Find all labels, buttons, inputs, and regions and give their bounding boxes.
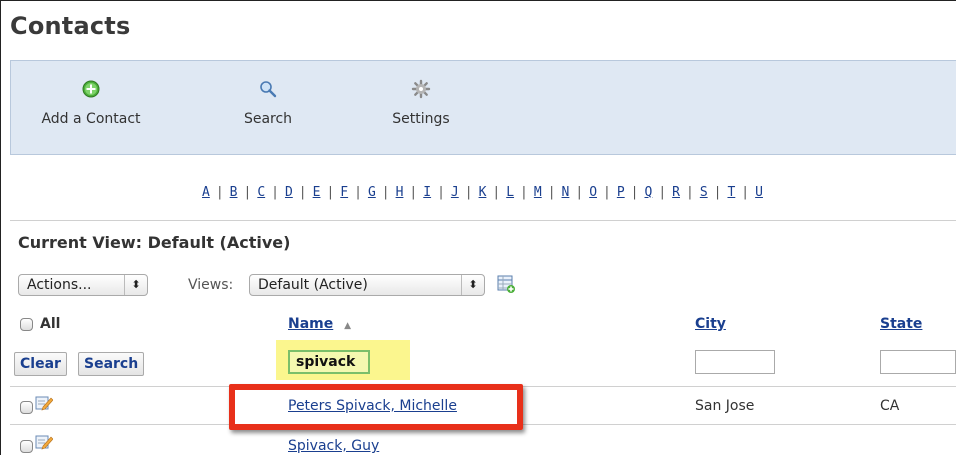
alphabet-link-r[interactable]: R [672,185,680,200]
alphabet-link-a[interactable]: A [202,185,210,200]
divider [10,220,956,221]
select-all-checkbox[interactable] [20,318,33,331]
alphabet-separator: | [437,185,445,200]
views-label: Views: [188,277,234,293]
contact-city: San Jose [695,398,755,414]
search-button[interactable]: Search [233,79,303,127]
alphabet-link-d[interactable]: D [285,185,293,200]
add-icon [82,80,100,98]
manage-view-icon[interactable] [497,275,515,293]
alphabet-link-p[interactable]: P [617,185,625,200]
alphabet-separator: | [658,185,667,200]
alphabet-link-u[interactable]: U [755,185,763,200]
actions-select-value: Actions... [27,277,92,293]
alphabet-separator: | [685,185,694,200]
contact-name-link[interactable]: Spivack, Guy [288,438,379,454]
alphabet-link-e[interactable]: E [313,185,321,200]
alphabet-separator: | [298,185,307,200]
toolbar: Add a Contact Search Settings [10,60,956,155]
add-contact-label: Add a Contact [41,111,141,127]
select-arrows-icon: ⬍ [124,275,147,295]
alphabet-separator: | [271,185,279,200]
select-arrows-icon: ⬍ [461,275,484,295]
city-filter-input[interactable] [695,350,775,374]
search-icon [260,81,277,98]
alphabet-separator: | [741,185,750,200]
alphabet-separator: | [381,185,390,200]
state-sort-link[interactable]: State [880,316,922,332]
row-checkbox[interactable] [20,440,33,453]
alphabet-filter: A | B | C | D | E | F | G | H | I | J | K | L | M | N | O | P | Q | R | S | T |… [202,185,763,200]
state-column-header[interactable]: State [880,316,922,332]
alphabet-separator: | [464,185,473,200]
alphabet-link-m[interactable]: M [534,185,542,200]
gear-icon [411,79,431,99]
alphabet-link-t[interactable]: T [727,185,735,200]
alphabet-link-f[interactable]: F [340,185,348,200]
search-label: Search [243,111,293,127]
alphabet-separator: | [492,185,501,200]
contact-name[interactable]: Spivack, Guy [288,438,379,454]
current-view-label: Current View: Default (Active) [18,233,291,252]
alphabet-link-n[interactable]: N [562,185,570,200]
page-title: Contacts [10,12,131,40]
alphabet-separator: | [630,185,639,200]
alphabet-link-s[interactable]: S [700,185,708,200]
select-all-label: All [40,316,61,332]
views-select[interactable]: Default (Active) ⬍ [249,274,485,296]
alphabet-link-l[interactable]: L [506,185,514,200]
name-column-header[interactable]: Name ▲ [288,316,351,332]
alphabet-link-b[interactable]: B [230,185,238,200]
settings-button[interactable]: Settings [381,79,461,127]
name-filter-input[interactable]: spivack [288,350,370,374]
actions-select[interactable]: Actions... ⬍ [18,274,148,296]
alphabet-link-k[interactable]: K [479,185,487,200]
row-checkbox[interactable] [20,401,33,414]
alphabet-separator: | [547,185,556,200]
alphabet-separator: | [713,185,722,200]
add-contact-button[interactable]: Add a Contact [31,79,151,127]
contact-state: CA [880,398,900,414]
city-column-header[interactable]: City [695,316,726,332]
alphabet-separator: | [575,185,584,200]
alphabet-separator: | [215,185,224,200]
alphabet-link-j[interactable]: J [451,185,459,200]
alphabet-separator: | [520,185,528,200]
alphabet-separator: | [326,185,335,200]
filter-search-button[interactable]: Search [78,352,145,376]
state-filter-input[interactable] [880,350,956,374]
alphabet-link-o[interactable]: O [589,185,597,200]
alphabet-separator: | [243,185,252,200]
alphabet-link-h[interactable]: H [396,185,404,200]
edit-contact-icon[interactable] [35,395,53,411]
alphabet-link-q[interactable]: Q [645,185,653,200]
alphabet-separator: | [354,185,362,200]
city-sort-link[interactable]: City [695,316,726,332]
alphabet-separator: | [603,185,611,200]
alphabet-separator: | [409,185,418,200]
clear-button[interactable]: Clear [14,352,67,376]
settings-label: Settings [392,111,450,127]
alphabet-link-i[interactable]: I [423,185,431,200]
name-sort-link[interactable]: Name [288,316,333,332]
annotation-highlight-box [229,384,523,430]
alphabet-link-g[interactable]: G [368,185,376,200]
views-select-value: Default (Active) [258,277,368,293]
edit-contact-icon[interactable] [35,434,53,450]
alphabet-link-c[interactable]: C [257,185,265,200]
sort-ascending-icon: ▲ [344,321,352,331]
